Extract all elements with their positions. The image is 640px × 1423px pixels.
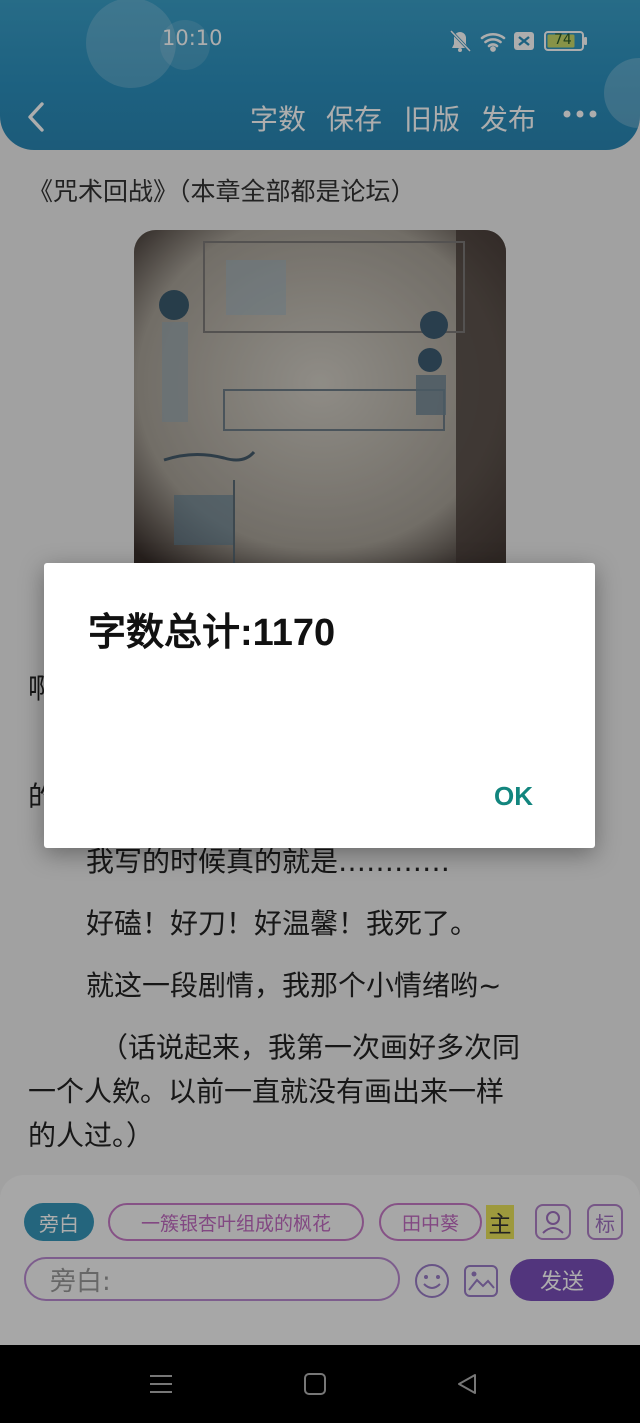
system-nav-bar [0,1345,640,1423]
home-icon[interactable] [303,1372,327,1400]
word-count-dialog: 字数总计:1170 OK [44,563,595,848]
menu-icon[interactable] [148,1373,174,1399]
ok-button[interactable]: OK [494,781,533,812]
dialog-title: 字数总计:1170 [88,612,336,654]
back-nav-icon[interactable] [455,1372,479,1400]
